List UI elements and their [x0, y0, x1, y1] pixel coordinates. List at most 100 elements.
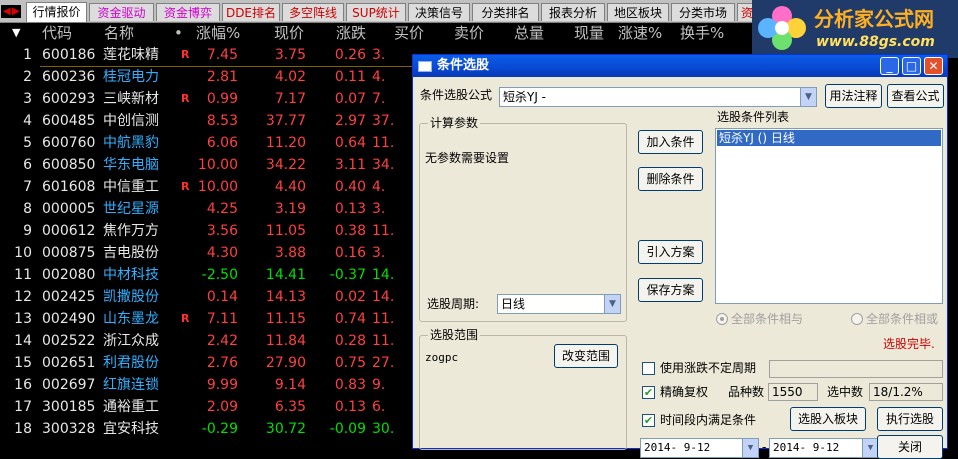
tab-9[interactable]: 地区板块: [607, 3, 669, 21]
price: 3.88: [274, 245, 306, 261]
bid-price: 9.: [372, 377, 386, 393]
status-text: 选股完毕.: [883, 337, 935, 351]
bid-price: 14.: [372, 289, 395, 305]
date-from-picker[interactable]: 2014- 9-12 ▼: [640, 438, 759, 458]
tab-1[interactable]: 资金驱动: [89, 3, 154, 21]
to-block-button[interactable]: 选股入板块: [790, 407, 866, 431]
tab-2[interactable]: 资金博弈: [156, 3, 220, 21]
column-header-turnover[interactable]: 换手%: [680, 22, 724, 44]
delete-condition-button[interactable]: 删除条件: [638, 167, 703, 191]
bid-price: 3.: [372, 47, 386, 63]
condition-list[interactable]: 短杀YJ () 日线: [715, 128, 943, 304]
chevron-down-icon[interactable]: ▼: [862, 439, 878, 457]
price: 27.90: [265, 355, 306, 371]
column-header-speed[interactable]: 涨速%: [618, 22, 662, 44]
radio-or[interactable]: [851, 313, 863, 325]
hit-label: 选中数: [827, 385, 864, 399]
time-range-checkbox[interactable]: ✔: [642, 414, 655, 427]
condition-list-item[interactable]: 短杀YJ () 日线: [717, 130, 941, 146]
import-plan-button[interactable]: 引入方案: [638, 240, 703, 264]
tab-4[interactable]: 多空阵线: [282, 3, 344, 21]
period-select[interactable]: 日线 ▼: [497, 294, 621, 314]
change: -0.09: [329, 421, 366, 437]
params-group: 计算参数 无参数需要设置 选股周期: 日线 ▼: [419, 116, 627, 322]
column-header-ask[interactable]: 卖价: [454, 22, 484, 44]
bid-price: 14.: [372, 267, 395, 283]
stock-code: 002425: [42, 289, 96, 305]
date-separator: -: [762, 440, 767, 454]
tab-10[interactable]: 分类市场: [671, 3, 735, 21]
view-formula-button[interactable]: 查看公式: [887, 84, 944, 108]
maximize-icon[interactable]: □: [902, 57, 921, 75]
run-screen-button[interactable]: 执行选股: [877, 407, 943, 431]
change-percent: 10.00: [197, 157, 238, 173]
tab-8[interactable]: 报表分析: [541, 3, 605, 21]
change-percent: -0.29: [201, 421, 238, 437]
column-header-bid[interactable]: 买价: [394, 22, 424, 44]
formula-label: 条件选股公式: [420, 88, 493, 102]
stock-name: 宜安科技: [103, 421, 159, 437]
use-period-label: 使用涨跌不定周期: [660, 361, 757, 375]
formula-select[interactable]: 短杀YJ - ▼: [499, 87, 817, 107]
column-header-sort-icon[interactable]: ▼: [12, 22, 20, 44]
column-header-change[interactable]: 涨跌: [336, 22, 366, 44]
dialog-titlebar[interactable]: 条件选股 _ □ ✕: [413, 55, 947, 77]
minimize-icon[interactable]: _: [880, 57, 899, 75]
tab-6[interactable]: 决策信号: [408, 3, 470, 21]
column-header-volume[interactable]: 总量: [514, 22, 544, 44]
stock-name: 中航黑豹: [103, 135, 159, 151]
radio-and[interactable]: [716, 313, 728, 325]
column-header-code[interactable]: 代码: [42, 22, 72, 44]
change-percent: 4.25: [206, 201, 238, 217]
tab-scroll-arrows[interactable]: ◀ ▶: [1, 5, 21, 18]
stock-code: 000612: [42, 223, 96, 239]
use-period-checkbox[interactable]: [642, 362, 655, 375]
change: 0.16: [334, 245, 366, 261]
column-header-price[interactable]: 现价: [274, 22, 304, 44]
usage-notes-button[interactable]: 用法注释: [825, 84, 882, 108]
logo-url: www.88gs.com: [816, 34, 935, 50]
column-header-name[interactable]: 名称: [104, 22, 134, 44]
date-from-value: 2014- 9-12: [644, 441, 711, 454]
date-to-picker[interactable]: 2014- 9-12 ▼: [769, 438, 879, 458]
column-header-change-percent[interactable]: 涨幅%: [196, 22, 240, 44]
change: 0.13: [334, 201, 366, 217]
bid-price: 11.: [372, 311, 395, 327]
change-percent: 7.11: [206, 311, 238, 327]
tab-scroll-right-icon[interactable]: ▶: [12, 5, 20, 18]
change: 2.97: [334, 113, 366, 129]
stock-code: 600293: [42, 91, 96, 107]
change-percent: 9.99: [206, 377, 238, 393]
tab-scroll-left-icon[interactable]: ◀: [3, 5, 11, 18]
stock-code: 000005: [42, 201, 96, 217]
chevron-down-icon[interactable]: ▼: [742, 439, 758, 457]
change-percent: -2.50: [201, 267, 238, 283]
chevron-down-icon[interactable]: ▼: [604, 295, 620, 313]
price: 14.13: [265, 289, 306, 305]
add-condition-button[interactable]: 加入条件: [638, 130, 703, 154]
params-group-title: 计算参数: [428, 116, 481, 130]
bid-price: 11.: [372, 333, 395, 349]
chevron-down-icon[interactable]: ▼: [800, 88, 816, 106]
exact-adjust-checkbox[interactable]: ✔: [642, 386, 655, 399]
column-header-current-volume[interactable]: 现量: [574, 22, 604, 44]
column-header-flag[interactable]: •: [174, 22, 183, 44]
close-button[interactable]: 关闭: [877, 435, 943, 459]
tab-7[interactable]: 分类排名: [472, 3, 539, 21]
stock-name: 浙江众成: [103, 333, 159, 349]
tab-5[interactable]: SUP统计: [346, 3, 406, 21]
period-select-value: 日线: [501, 297, 526, 311]
change-range-button[interactable]: 改变范围: [554, 344, 618, 368]
change-percent: 2.81: [206, 69, 238, 85]
price: 9.14: [274, 377, 306, 393]
tab-3[interactable]: DDE排名: [222, 3, 280, 21]
tab-0[interactable]: 行情报价: [26, 2, 87, 22]
row-index: 2: [23, 69, 32, 85]
stock-code: 600760: [42, 135, 96, 151]
save-plan-button[interactable]: 保存方案: [638, 278, 703, 302]
flower-logo-icon: [758, 6, 806, 50]
stock-name: 世纪星源: [103, 201, 159, 217]
stock-code: 002080: [42, 267, 96, 283]
close-icon[interactable]: ✕: [924, 57, 943, 75]
bid-price: 37.: [372, 113, 395, 129]
